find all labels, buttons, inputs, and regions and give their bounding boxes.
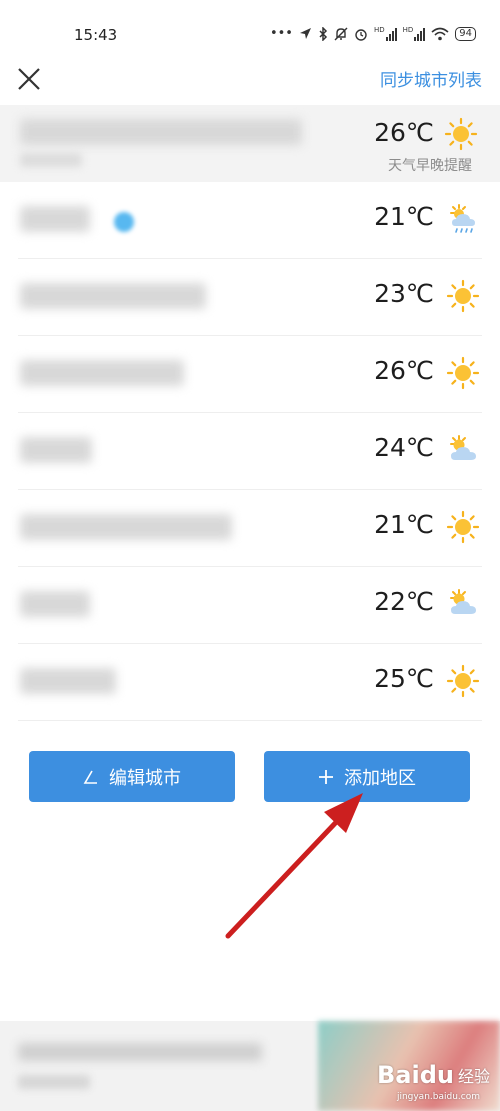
city-row[interactable]: ████ 22℃ (18, 567, 482, 644)
city-name: ████ (20, 437, 92, 463)
battery-indicator: 94 (455, 26, 476, 41)
partly-cloudy-icon (450, 435, 476, 460)
close-icon[interactable] (14, 64, 44, 94)
city-temperature: 22℃ (374, 587, 434, 616)
sunny-icon (446, 510, 480, 544)
city-temperature: 26℃ (374, 118, 434, 147)
city-list: ██████████████ 26℃ 天气早晚提醒 ████ 21℃ (0, 105, 500, 721)
city-name: ████████████ (20, 283, 206, 309)
city-row[interactable]: █████ 25℃ (18, 644, 482, 721)
baidu-logo: Baidu (377, 1061, 454, 1089)
city-temperature: 21℃ (374, 510, 434, 539)
sunny-icon (446, 356, 480, 390)
bluetooth-icon (319, 26, 328, 41)
city-row[interactable]: █████████ 26℃ (18, 336, 482, 413)
edit-cities-button[interactable]: 编辑城市 (29, 751, 235, 802)
status-time: 15:43 (74, 26, 118, 44)
city-row[interactable]: ████ 21℃ (18, 182, 482, 259)
city-temperature: 26℃ (374, 356, 434, 385)
more-icon: ••• (269, 26, 293, 41)
location-icon (299, 28, 311, 39)
edit-icon (83, 770, 97, 784)
city-temperature: 23℃ (374, 279, 434, 308)
plus-icon (319, 769, 333, 784)
header: 同步城市列表 (0, 56, 500, 102)
add-region-label: 添加地区 (344, 767, 416, 789)
city-temperature: 21℃ (374, 202, 434, 231)
wifi-icon (431, 27, 449, 40)
status-bar: 15:43 ••• HD HD 94 (0, 0, 500, 56)
city-row[interactable]: █████████████ 21℃ (18, 490, 482, 567)
signal-icon-2: HD (403, 26, 426, 41)
signal-icon-1: HD (374, 26, 397, 41)
rain-cloud-icon (450, 204, 475, 233)
city-row[interactable]: ██████████████ 26℃ 天气早晚提醒 (0, 105, 500, 182)
weather-reminder-label[interactable]: 天气早晚提醒 (388, 155, 472, 175)
city-temperature: 25℃ (374, 664, 434, 693)
add-region-button[interactable]: 添加地区 (264, 751, 470, 802)
city-name: ██████████████ (20, 119, 302, 145)
city-row[interactable]: ████ 24℃ (18, 413, 482, 490)
alarm-icon (355, 28, 367, 41)
city-row[interactable]: ████████████ 23℃ (18, 259, 482, 336)
city-name: ████ (20, 206, 90, 232)
mute-icon (334, 27, 348, 40)
sunny-icon (446, 279, 480, 313)
watermark-url: jingyan.baidu.com (396, 1092, 480, 1102)
city-temperature: 24℃ (374, 433, 434, 462)
edit-cities-label: 编辑城市 (109, 767, 181, 789)
partly-cloudy-icon (450, 589, 476, 614)
bottom-banner[interactable]: Baidu 经验 jingyan.baidu.com (0, 1021, 500, 1111)
banner-subtitle (18, 1075, 90, 1089)
baidu-watermark: Baidu 经验 (377, 1061, 490, 1089)
jingyan-label: 经验 (457, 1067, 490, 1086)
sunny-icon (444, 117, 478, 151)
city-name: █████████████ (20, 514, 232, 540)
banner-title (18, 1043, 262, 1061)
city-name: █████ (20, 668, 116, 694)
city-subtitle (20, 153, 82, 167)
status-icons: ••• HD HD 94 (270, 26, 476, 41)
sunny-icon (446, 664, 480, 698)
city-name: █████████ (20, 360, 184, 386)
location-dot-icon (114, 212, 134, 232)
city-name: ████ (20, 591, 90, 617)
sync-city-list-link[interactable]: 同步城市列表 (380, 66, 482, 91)
